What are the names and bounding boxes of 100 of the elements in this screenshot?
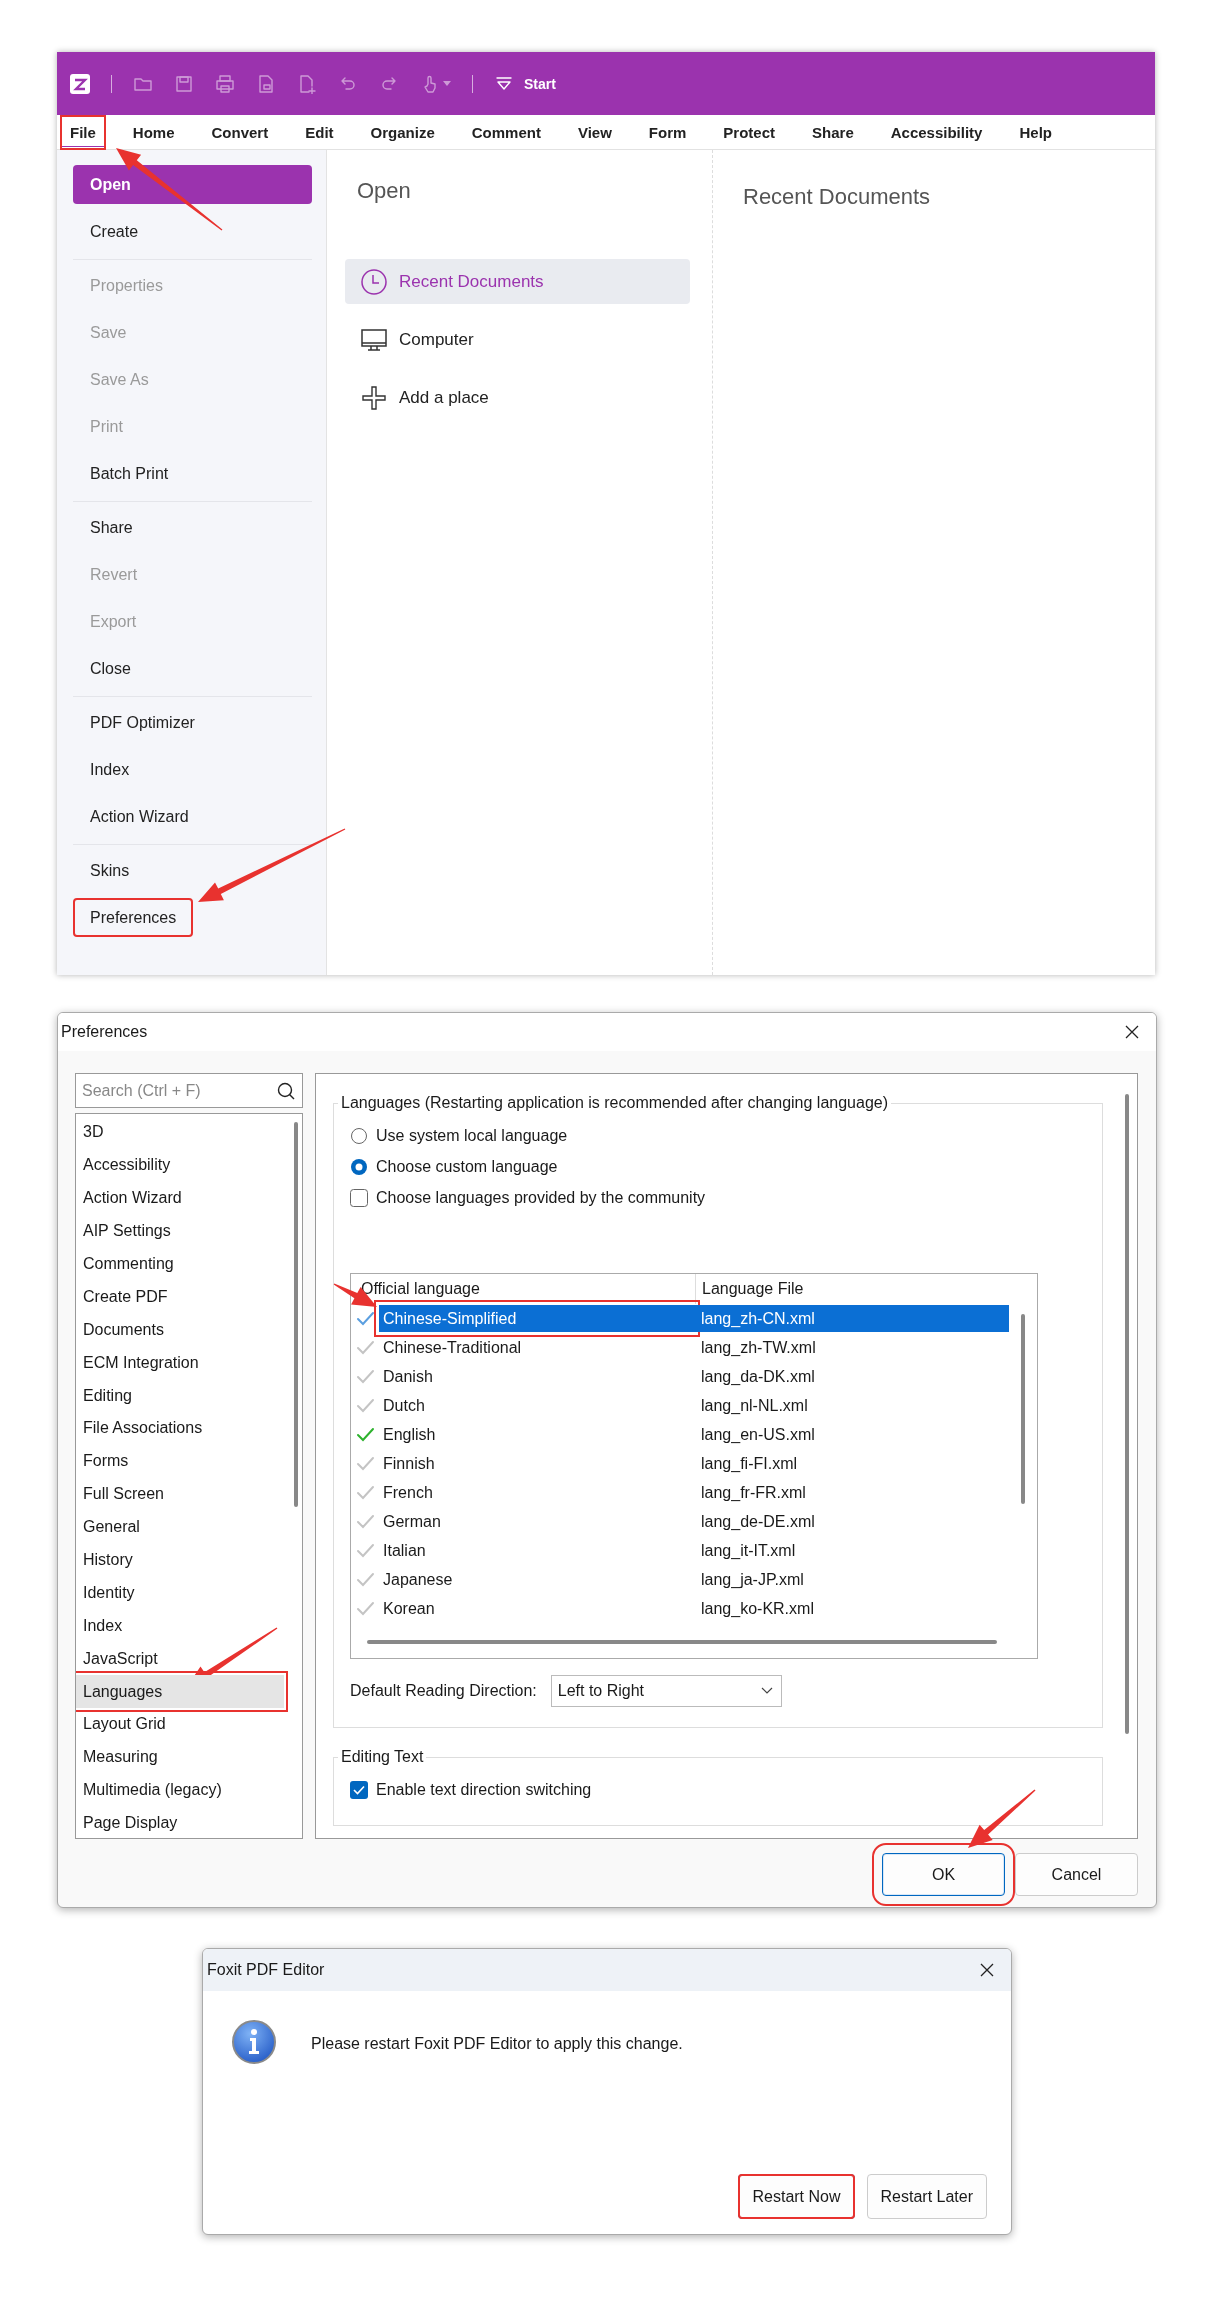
ribbon-tab[interactable]: File — [60, 115, 106, 150]
dialog-button[interactable]: Restart Later — [866, 2174, 987, 2219]
category-item[interactable]: Editing — [76, 1379, 284, 1412]
menu-item[interactable]: Batch Print — [73, 454, 312, 493]
ribbon-tab[interactable]: Protect — [713, 115, 786, 150]
table-cell[interactable]: Italian — [379, 1537, 695, 1564]
category-item[interactable]: Layout Grid — [76, 1708, 284, 1741]
table-cell[interactable]: lang_zh-CN.xml — [695, 1305, 1009, 1332]
table-cell[interactable]: English — [379, 1421, 695, 1448]
menu-item[interactable]: Preferences — [73, 898, 194, 937]
place-item[interactable]: Computer — [345, 317, 690, 362]
table-cell[interactable]: Chinese-Traditional — [379, 1334, 695, 1361]
menu-item[interactable]: Open — [73, 165, 312, 204]
table-cell[interactable]: lang_de-DE.xml — [695, 1508, 1009, 1535]
annotation-arrow — [968, 1789, 1036, 1848]
scrollbar[interactable] — [294, 1122, 298, 1507]
start-button[interactable]: Start — [494, 73, 556, 94]
scrollbar[interactable] — [1125, 1094, 1129, 1734]
panel-heading: Open — [357, 178, 412, 204]
category-item[interactable]: AIP Settings — [76, 1214, 284, 1248]
group-title: Editing Text — [340, 1748, 425, 1766]
radio-option[interactable]: Choose custom language — [350, 1151, 558, 1182]
place-item[interactable]: Add a place — [345, 375, 690, 420]
search-input[interactable]: Search (Ctrl + F) — [76, 1074, 276, 1107]
category-item[interactable]: JavaScript — [76, 1642, 284, 1676]
caret-icon[interactable] — [443, 81, 451, 86]
table-cell[interactable]: lang_fr-FR.xml — [695, 1479, 1009, 1506]
close-icon — [979, 1962, 995, 1978]
scrollbar[interactable] — [1021, 1314, 1025, 1504]
category-item[interactable]: Documents — [76, 1313, 284, 1347]
table-cell[interactable]: lang_fi-FI.xml — [695, 1450, 1009, 1477]
category-item[interactable]: Accessibility — [76, 1148, 284, 1182]
menu-item[interactable]: Index — [73, 750, 312, 789]
message-text: Please restart Foxit PDF Editor to apply this change. — [311, 2035, 683, 2053]
table-cell[interactable]: lang_nl-NL.xml — [695, 1392, 1009, 1419]
menu-item[interactable]: Action Wizard — [73, 797, 312, 836]
checkbox-option[interactable]: Enable text direction switching — [350, 1774, 592, 1805]
ribbon-tab[interactable]: Organize — [360, 115, 445, 150]
table-cell[interactable]: Japanese — [379, 1566, 695, 1593]
scrollbar[interactable] — [367, 1640, 997, 1644]
menu-item[interactable]: Skins — [73, 851, 312, 890]
ribbon-tab[interactable]: Edit — [295, 115, 344, 150]
radio-option[interactable]: Use system local language — [350, 1120, 568, 1151]
category-item[interactable]: Full Screen — [76, 1477, 284, 1511]
ribbon-tab[interactable]: Convert — [201, 115, 279, 150]
menu-item[interactable]: PDF Optimizer — [73, 703, 312, 742]
print-icon[interactable] — [215, 73, 235, 94]
category-item[interactable]: File Associations — [76, 1412, 284, 1445]
document-icon[interactable] — [256, 73, 276, 94]
dialog-button[interactable]: Cancel — [1015, 1853, 1138, 1896]
ribbon-tab[interactable]: Form — [638, 115, 697, 150]
menu-item[interactable]: Create — [73, 212, 312, 251]
table-cell[interactable]: French — [379, 1479, 695, 1506]
table-cell[interactable]: lang_ja-JP.xml — [695, 1566, 1009, 1593]
close-icon — [1124, 1024, 1140, 1040]
menu-item[interactable]: Share — [73, 508, 312, 547]
category-item[interactable]: Index — [76, 1609, 284, 1643]
category-item[interactable]: Multimedia (legacy) — [76, 1773, 284, 1807]
checkbox-option[interactable]: Choose languages provided by the community — [350, 1182, 706, 1213]
ribbon-tab[interactable]: Comment — [461, 115, 551, 150]
category-item[interactable]: Page Display — [76, 1806, 284, 1838]
table-cell[interactable]: lang_zh-TW.xml — [695, 1334, 1009, 1361]
ribbon-tab[interactable]: View — [567, 115, 622, 150]
dropdown[interactable]: Left to Right — [550, 1675, 782, 1707]
category-item[interactable]: Forms — [76, 1444, 284, 1478]
ribbon-tab[interactable]: Home — [122, 115, 185, 150]
category-item[interactable]: Identity — [76, 1576, 284, 1610]
category-item[interactable]: General — [76, 1510, 284, 1544]
ribbon-tab[interactable]: Help — [1009, 115, 1062, 150]
document-plus-icon[interactable] — [297, 73, 317, 94]
ribbon-tab[interactable]: Accessibility — [880, 115, 993, 150]
table-cell[interactable]: Danish — [379, 1363, 695, 1390]
table-cell[interactable]: German — [379, 1508, 695, 1535]
category-item[interactable]: 3D — [76, 1116, 284, 1149]
menu-item[interactable]: Close — [73, 649, 312, 688]
search-field[interactable]: Search (Ctrl + F) — [75, 1073, 303, 1108]
chevron-icon — [760, 1687, 773, 1695]
table-cell[interactable]: lang_da-DK.xml — [695, 1363, 1009, 1390]
category-item[interactable]: Create PDF — [76, 1280, 284, 1314]
info-icon — [231, 2019, 277, 2065]
category-item[interactable]: Measuring — [76, 1740, 284, 1774]
app-logo[interactable] — [70, 73, 90, 94]
table-cell[interactable]: lang_ko-KR.xml — [695, 1595, 1009, 1622]
dialog-button[interactable]: Restart Now — [738, 2174, 855, 2219]
table-cell[interactable]: lang_it-IT.xml — [695, 1537, 1009, 1564]
category-item[interactable]: Commenting — [76, 1247, 284, 1281]
table-cell[interactable]: lang_en-US.xml — [695, 1421, 1009, 1448]
table-cell[interactable]: Finnish — [379, 1450, 695, 1477]
field-label: Default Reading Direction: — [350, 1682, 537, 1700]
place-item[interactable]: Recent Documents — [345, 259, 690, 304]
category-item[interactable]: ECM Integration — [76, 1346, 284, 1380]
column-header[interactable]: Language File — [696, 1280, 804, 1298]
search-icon — [276, 1080, 296, 1101]
table-cell[interactable]: Korean — [379, 1595, 695, 1622]
ribbon-tab[interactable]: Share — [802, 115, 864, 150]
category-item[interactable]: History — [76, 1543, 284, 1577]
save-icon[interactable] — [174, 73, 194, 94]
group-title: Languages (Restarting application is recommended after changing language) — [340, 1094, 889, 1112]
table-cell[interactable]: Dutch — [379, 1392, 695, 1419]
category-item[interactable]: Action Wizard — [76, 1181, 284, 1215]
